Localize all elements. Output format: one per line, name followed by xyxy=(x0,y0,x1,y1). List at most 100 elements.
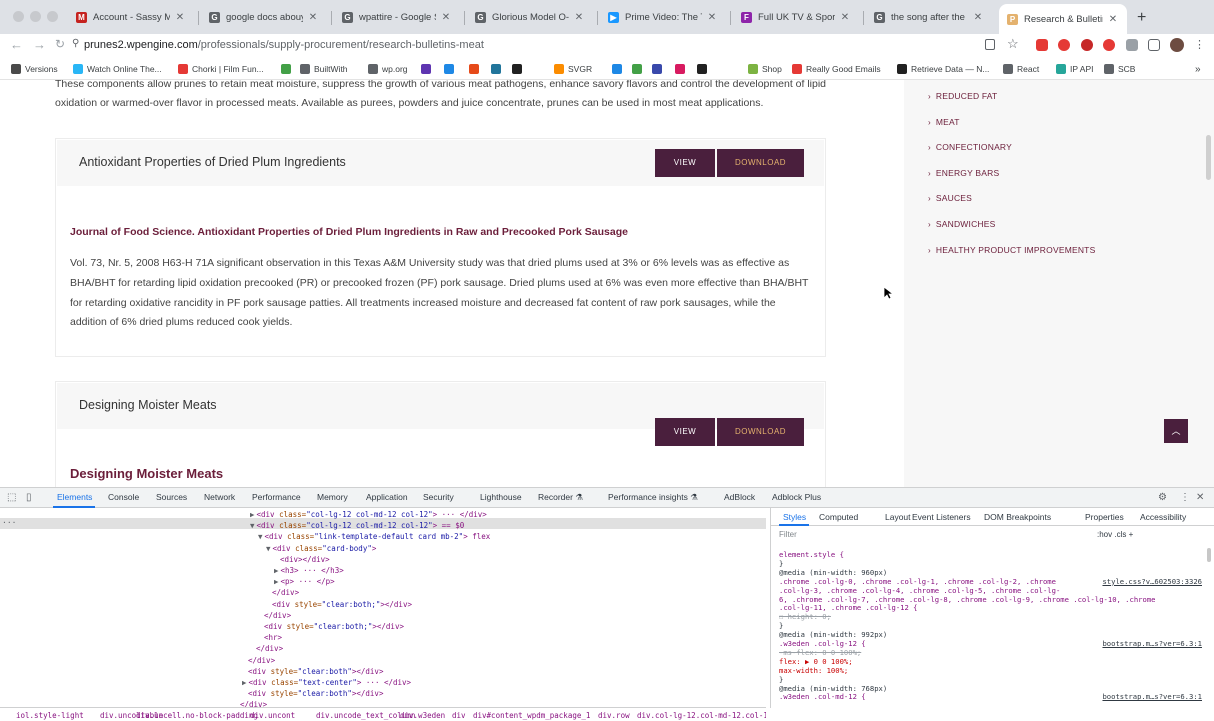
bookmark-item[interactable]: SVGR xyxy=(554,63,592,75)
dom-node-line[interactable]: ▶ <div class="text-center"> ··· </div> xyxy=(242,678,411,687)
css-source-link[interactable]: bootstrap.m…s?ver=6.3:1 xyxy=(1102,692,1202,701)
bookmark-item[interactable]: Really Good Emails xyxy=(792,63,881,75)
tab-close-icon[interactable]: ✕ xyxy=(307,12,319,23)
window-minimize-icon[interactable] xyxy=(30,11,41,22)
styles-side-tab[interactable]: Styles xyxy=(783,512,806,522)
sidebar-category-link[interactable]: › ENERGY BARS xyxy=(928,168,999,178)
tab-close-icon[interactable]: ✕ xyxy=(839,12,851,23)
bookmark-icon-item[interactable] xyxy=(675,63,685,75)
expand-toggle-icon[interactable]: ▼ xyxy=(266,544,271,553)
styles-side-tab[interactable]: Accessibility xyxy=(1140,512,1186,522)
download-button[interactable]: DOWNLOAD xyxy=(717,149,804,177)
dom-node-line[interactable]: ▼ <div class="card-body"> xyxy=(266,544,376,553)
window-zoom-icon[interactable] xyxy=(47,11,58,22)
breadcrumb-item[interactable]: div.uncell.no-block-padding xyxy=(136,711,258,720)
devtools-tab[interactable]: Application xyxy=(366,492,408,502)
dom-node-line[interactable]: ▶ <div class="col-lg-12 col-md-12 col-12"… xyxy=(250,510,487,519)
dom-node-line[interactable]: <div></div> xyxy=(280,555,330,564)
dom-node-line[interactable]: </div> xyxy=(272,588,299,597)
browser-tab[interactable]: G Glorious Model O- W ✕ xyxy=(467,5,593,30)
breadcrumb-item[interactable]: div.uncont xyxy=(250,711,295,720)
styles-side-tab[interactable]: Event Listeners xyxy=(912,512,971,522)
breadcrumb-item[interactable]: div.row xyxy=(598,711,630,720)
devtools-tab[interactable]: Performance xyxy=(252,492,301,502)
sidebar-category-link[interactable]: › CONFECTIONARY xyxy=(928,142,1012,152)
sidebar-category-link[interactable]: › MEAT xyxy=(928,117,960,127)
devtools-tab[interactable]: Elements xyxy=(57,492,92,502)
extension-record-icon[interactable] xyxy=(1103,39,1115,51)
browser-tab[interactable]: P Research & Bulletins ✕ xyxy=(999,4,1127,34)
devtools-tab[interactable]: Adblock Plus xyxy=(772,492,821,502)
devtools-close-icon[interactable]: ✕ xyxy=(1196,492,1204,503)
bookmark-icon-item[interactable] xyxy=(281,63,291,75)
bookmark-item[interactable]: React xyxy=(1003,63,1039,75)
extension-f-icon[interactable] xyxy=(1036,39,1048,51)
expand-toggle-icon[interactable]: ▼ xyxy=(250,521,255,530)
dom-node-line[interactable]: ▶ <p> ··· </p> xyxy=(274,577,335,586)
bookmark-item[interactable]: BuiltWith xyxy=(300,63,348,75)
site-info-icon[interactable]: ⚲ xyxy=(72,38,79,49)
devtools-settings-icon[interactable]: ⚙ xyxy=(1158,492,1167,503)
devtools-tab[interactable]: Console xyxy=(108,492,139,502)
styles-filter-input[interactable]: Filter xyxy=(779,530,1089,542)
sidebar-category-link[interactable]: › SAUCES xyxy=(928,193,972,203)
dom-node-line[interactable]: <hr> xyxy=(264,633,282,642)
window-close-icon[interactable] xyxy=(13,11,24,22)
bookmark-item[interactable]: Retrieve Data — N... xyxy=(897,63,989,75)
browser-tab[interactable]: F Full UK TV & Sports ✕ xyxy=(733,5,859,30)
tab-close-icon[interactable]: ✕ xyxy=(706,12,718,23)
bookmark-icon-item[interactable] xyxy=(512,63,522,75)
bookmark-icon-item[interactable] xyxy=(491,63,501,75)
bookmark-icon-item[interactable] xyxy=(632,63,642,75)
bookmark-item[interactable]: Watch Online The... xyxy=(73,63,162,75)
bookmark-item[interactable]: Chorki | Film Fun... xyxy=(178,63,264,75)
dom-node-line[interactable]: <div style="clear:both"></div> xyxy=(248,689,383,698)
sidebar-category-link[interactable]: › HEALTHY PRODUCT IMPROVEMENTS xyxy=(928,245,1095,255)
dom-node-line[interactable]: <div style="clear:both"></div> xyxy=(248,667,383,676)
browser-tab[interactable]: Ggoogle docs abouy ✕ xyxy=(201,5,327,30)
styles-side-tab[interactable]: Properties xyxy=(1085,512,1124,522)
devtools-tab[interactable]: Sources xyxy=(156,492,187,502)
dom-node-line[interactable]: <div style="clear:both;"></div> xyxy=(272,600,412,609)
devtools-tab[interactable]: AdBlock xyxy=(724,492,755,502)
share-icon[interactable] xyxy=(985,39,995,50)
bookmarks-overflow-icon[interactable]: » xyxy=(1195,63,1201,75)
tab-close-icon[interactable]: ✕ xyxy=(972,12,984,23)
tab-close-icon[interactable]: ✕ xyxy=(573,12,585,23)
tab-close-icon[interactable]: ✕ xyxy=(440,12,452,23)
bookmark-item[interactable]: IP API xyxy=(1056,63,1093,75)
browser-tab[interactable]: Gthe song after the b ✕ xyxy=(866,5,992,30)
devtools-tab[interactable]: Network xyxy=(204,492,235,502)
expand-toggle-icon[interactable]: ▶ xyxy=(250,510,255,519)
bookmark-item[interactable]: Shop xyxy=(748,63,782,75)
view-button[interactable]: VIEW xyxy=(655,149,715,177)
bookmark-item[interactable]: SCB xyxy=(1104,63,1135,75)
styles-filter-tools[interactable]: :hov .cls + xyxy=(1097,530,1133,539)
expand-toggle-icon[interactable]: ▶ xyxy=(274,577,279,586)
sidebar-category-link[interactable]: › REDUCED FAT xyxy=(928,91,997,101)
css-source-link[interactable]: bootstrap.m…s?ver=6.3:1 xyxy=(1102,639,1202,648)
bookmark-icon-item[interactable] xyxy=(612,63,622,75)
expand-toggle-icon[interactable]: ▶ xyxy=(274,566,279,575)
devtools-tab[interactable]: Memory xyxy=(317,492,348,502)
expand-toggle-icon[interactable]: ▼ xyxy=(258,532,263,541)
devtools-tab[interactable]: Lighthouse xyxy=(480,492,522,502)
breadcrumb-item[interactable]: div.col-lg-12.col-md-12.col-12 xyxy=(637,711,766,720)
devtools-tab[interactable]: Recorder ⚗ xyxy=(538,492,583,503)
bookmark-icon-item[interactable] xyxy=(444,63,454,75)
dom-node-line[interactable]: ▼ <div class="col-lg-12 col-md-12 col-12"… xyxy=(250,521,464,530)
dom-node-line[interactable]: </div> xyxy=(256,644,283,653)
breadcrumb-item[interactable]: iol.style-light xyxy=(16,711,84,720)
expand-toggle-icon[interactable]: ▶ xyxy=(242,678,247,687)
sidebar-category-link[interactable]: › SANDWICHES xyxy=(928,219,996,229)
extension-adblock-icon[interactable] xyxy=(1081,39,1093,51)
dom-node-line[interactable]: </div> xyxy=(248,656,275,665)
dom-node-line[interactable]: ▼ <div class="link-template-default card … xyxy=(258,532,490,541)
bookmark-icon-item[interactable] xyxy=(469,63,479,75)
extensions-puzzle-icon[interactable] xyxy=(1126,39,1138,51)
styles-side-tab[interactable]: Computed xyxy=(819,512,858,522)
bookmark-star-icon[interactable]: ☆ xyxy=(1007,36,1019,52)
devtools-tab[interactable]: Security xyxy=(423,492,454,502)
bookmark-icon-item[interactable] xyxy=(697,63,707,75)
inspect-element-icon[interactable]: ⬚ xyxy=(7,492,16,503)
